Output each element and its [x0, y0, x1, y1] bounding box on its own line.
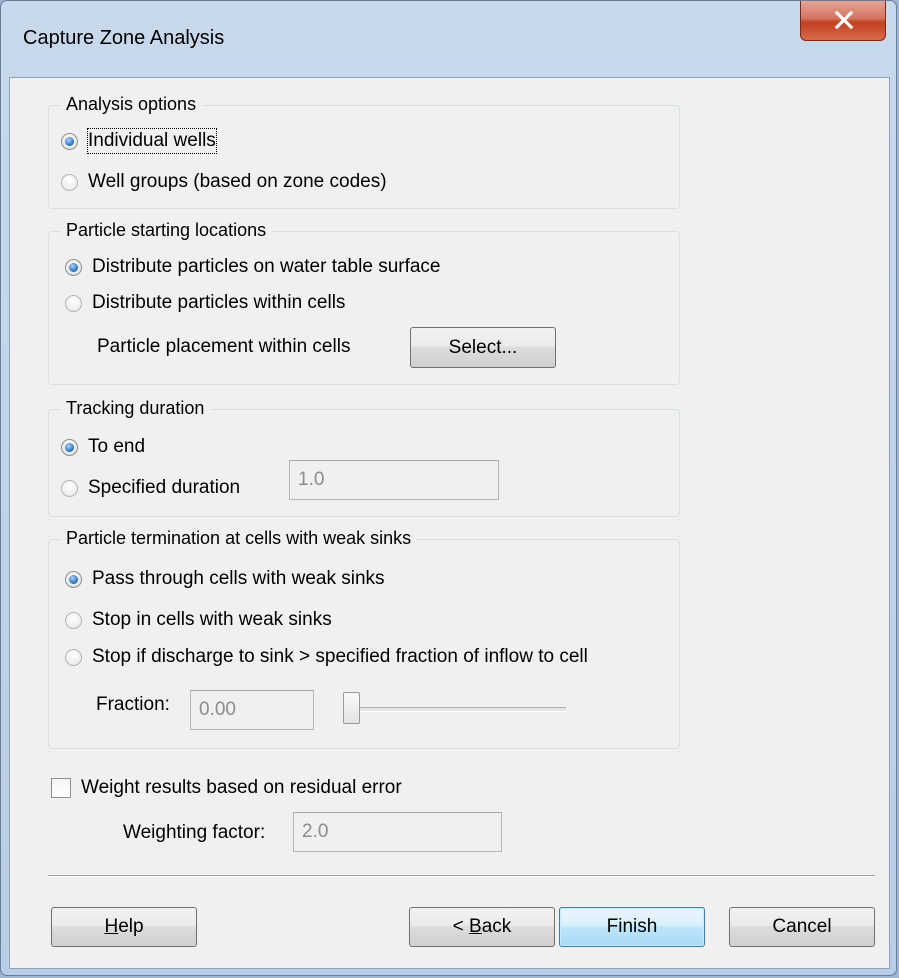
checkbox-label: Weight results based on residual error — [81, 777, 402, 798]
fraction-label: Fraction: — [96, 694, 170, 715]
radio-label: Individual wells — [87, 128, 217, 154]
radio-specified-duration[interactable]: Specified duration — [61, 476, 240, 500]
weighting-factor-label: Weighting factor: — [123, 822, 266, 843]
radio-label: To end — [88, 436, 146, 457]
help-label: elp — [118, 916, 144, 937]
fraction-slider-thumb[interactable] — [343, 692, 360, 724]
back-mnemonic: B — [469, 916, 482, 937]
radio-button[interactable] — [65, 648, 82, 666]
radio-within-cells[interactable]: Distribute particles within cells — [65, 291, 345, 315]
radio-button[interactable] — [61, 132, 78, 150]
help-button[interactable]: Help — [51, 907, 197, 947]
close-icon — [834, 11, 854, 29]
finish-button[interactable]: Finish — [559, 907, 705, 947]
fraction-field[interactable]: 0.00 — [190, 690, 314, 730]
radio-individual-wells[interactable]: Individual wells — [61, 128, 217, 154]
fraction-slider-track[interactable] — [350, 707, 566, 712]
radio-button[interactable] — [65, 611, 82, 629]
radio-button[interactable] — [65, 570, 82, 588]
back-prefix: < — [452, 916, 470, 937]
analysis-options-legend: Analysis options — [60, 93, 203, 115]
cancel-button[interactable]: Cancel — [729, 907, 875, 947]
radio-pass-through[interactable]: Pass through cells with weak sinks — [65, 567, 385, 591]
window-title: Capture Zone Analysis — [23, 27, 225, 49]
particle-placement-label: Particle placement within cells — [97, 336, 351, 357]
weight-results-checkbox[interactable]: Weight results based on residual error — [51, 776, 402, 800]
radio-button[interactable] — [65, 258, 82, 276]
weighting-factor-field[interactable]: 2.0 — [293, 812, 502, 852]
radio-label: Specified duration — [88, 477, 241, 498]
radio-stop-in-cells[interactable]: Stop in cells with weak sinks — [65, 608, 332, 632]
radio-well-groups[interactable]: Well groups (based on zone codes) — [61, 170, 387, 194]
radio-button[interactable] — [61, 173, 78, 191]
back-label: ack — [481, 916, 512, 937]
tracking-duration-legend: Tracking duration — [60, 397, 211, 419]
bottom-separator — [48, 875, 875, 877]
duration-field[interactable]: 1.0 — [289, 460, 499, 500]
radio-water-table-surface[interactable]: Distribute particles on water table surf… — [65, 255, 441, 279]
radio-label: Well groups (based on zone codes) — [88, 171, 387, 192]
radio-stop-if-discharge[interactable]: Stop if discharge to sink > specified fr… — [65, 645, 588, 669]
particle-start-legend: Particle starting locations — [60, 219, 273, 241]
radio-label: Distribute particles within cells — [92, 292, 346, 313]
dialog-window: Capture Zone Analysis Analysis options I… — [0, 0, 897, 976]
select-button[interactable]: Select... — [410, 327, 556, 368]
back-button[interactable]: < Back — [409, 907, 555, 947]
radio-button[interactable] — [61, 438, 78, 456]
termination-legend: Particle termination at cells with weak … — [60, 527, 418, 549]
radio-button[interactable] — [65, 294, 82, 312]
dialog-client-area: Analysis options Individual wells Well g… — [9, 77, 890, 969]
help-mnemonic: H — [104, 916, 119, 937]
radio-label: Distribute particles on water table surf… — [92, 256, 441, 277]
radio-button[interactable] — [61, 479, 78, 497]
radio-label: Pass through cells with weak sinks — [92, 568, 385, 589]
checkbox[interactable] — [51, 778, 71, 798]
radio-label: Stop in cells with weak sinks — [92, 609, 332, 630]
radio-label: Stop if discharge to sink > specified fr… — [92, 646, 588, 667]
radio-to-end[interactable]: To end — [61, 435, 145, 459]
title-bar[interactable]: Capture Zone Analysis — [1, 1, 896, 77]
close-button[interactable] — [800, 1, 886, 41]
